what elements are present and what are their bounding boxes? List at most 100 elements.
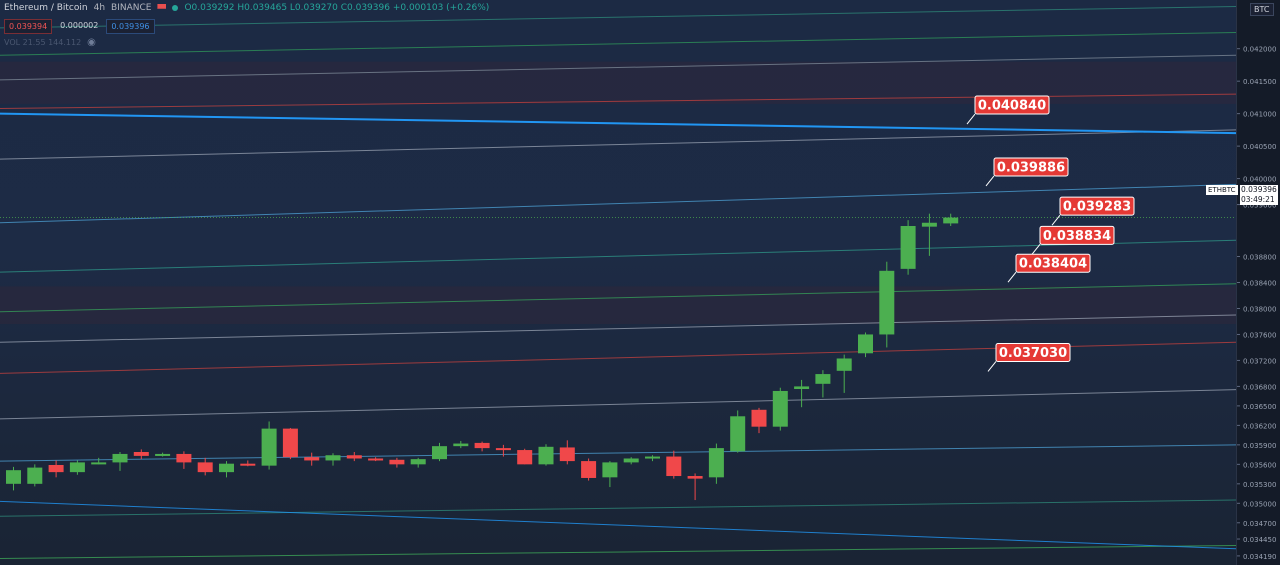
candle (751, 407, 767, 434)
candle-body (282, 428, 298, 458)
level-label: 0.038834 (1031, 225, 1115, 255)
label-pointer (966, 113, 976, 125)
candle-body (432, 446, 447, 460)
level-label: 0.039283 (1051, 196, 1135, 226)
price-axis[interactable]: 0.042000 0.041500 0.041000 0.040500 0.040000… (1236, 0, 1280, 565)
candle (858, 332, 873, 358)
zone-band (0, 286, 1236, 325)
candle-body (389, 459, 405, 465)
candle (389, 457, 405, 468)
candle (261, 421, 277, 470)
candle-body (368, 458, 384, 461)
interval-label[interactable]: 4h (94, 3, 105, 13)
candle-body (921, 222, 937, 227)
candle (432, 442, 447, 462)
candle-body (836, 358, 852, 371)
tick-label: 0.038800 (1243, 254, 1276, 262)
candle-body (730, 416, 746, 452)
level-label: 0.038404 (1007, 253, 1091, 283)
candle-body (261, 428, 277, 466)
candle-body (538, 446, 554, 465)
label-pointer (1007, 271, 1017, 283)
spread-value: 0.000002 (60, 21, 99, 30)
candle-body (602, 462, 618, 478)
candle (6, 466, 21, 491)
candle-body (176, 453, 192, 463)
candle (133, 449, 149, 460)
candle (304, 452, 320, 466)
trendline (0, 112, 1236, 135)
tick-label: 0.041000 (1243, 111, 1276, 119)
candle-body (559, 447, 575, 462)
candle (602, 461, 618, 488)
level-label: 0.039886 (985, 157, 1069, 187)
level-label: 0.040840 (966, 95, 1050, 125)
candle-body (240, 463, 256, 466)
label-pointer (987, 361, 997, 372)
tick-label: 0.036800 (1243, 383, 1276, 391)
candle-body (666, 456, 682, 477)
tick-label: 0.040000 (1243, 176, 1276, 184)
candle-body (708, 448, 724, 478)
ask-price[interactable]: 0.039396 (106, 19, 155, 34)
last-price-value: 0.039396 (1241, 185, 1277, 194)
candle (155, 452, 171, 457)
level-value: 0.038834 (1043, 229, 1111, 244)
candle (91, 457, 107, 465)
candlestick-chart[interactable]: 0.040840 0.039886 0.039283 0.038834 0.038404… (0, 0, 1236, 565)
candle (879, 261, 895, 348)
currency-badge[interactable]: BTC (1250, 3, 1274, 16)
candle-body (794, 386, 810, 390)
candle (474, 441, 490, 452)
level-line (0, 31, 1236, 56)
candle (240, 460, 256, 467)
candle (687, 473, 703, 501)
candle-body (453, 443, 469, 447)
volume-indicator[interactable]: VOL 21.55 144.112 ◉ (4, 37, 96, 48)
candle-body (155, 453, 171, 456)
candle-body (325, 455, 341, 461)
candle (559, 440, 575, 465)
market-status-icon (172, 5, 179, 11)
candle (325, 453, 341, 466)
tick-label: 0.035300 (1243, 481, 1276, 489)
candle (282, 427, 298, 460)
candle (730, 410, 746, 453)
candle (197, 457, 213, 476)
candle (581, 458, 597, 481)
bid-price[interactable]: 0.039394 (4, 19, 53, 34)
tick-label: 0.041500 (1243, 78, 1276, 86)
label-pointer (985, 175, 995, 187)
candle-body (27, 467, 43, 484)
flag-icon[interactable] (157, 4, 167, 9)
candle-body (410, 459, 426, 465)
chart-legend: Ethereum / Bitcoin 4h BINANCE O0.039292 … (4, 3, 489, 13)
candle (112, 452, 128, 471)
tick-label: 0.038400 (1243, 280, 1276, 288)
level-line (0, 129, 1236, 160)
candle-body (772, 390, 788, 427)
level-value: 0.040840 (978, 99, 1046, 114)
level-label: 0.037030 (987, 342, 1071, 372)
candle-body (304, 457, 320, 461)
candle-body (112, 453, 128, 463)
tick-label: 0.036200 (1243, 422, 1276, 430)
candle-body (900, 226, 916, 269)
pair-name[interactable]: Ethereum / Bitcoin (4, 3, 88, 13)
candle-body (943, 217, 959, 224)
bar-countdown: 03:49:21 (1241, 195, 1275, 204)
candle-body (48, 464, 64, 473)
candle (27, 464, 43, 487)
candle-body (6, 470, 21, 484)
tick-label: 0.040500 (1243, 143, 1276, 151)
candle (410, 457, 426, 468)
chart-area[interactable]: 0.040840 0.039886 0.039283 0.038834 0.038404… (0, 0, 1236, 565)
candle (453, 440, 469, 449)
candle (666, 450, 682, 479)
candle (900, 220, 916, 275)
candle-body (879, 270, 895, 335)
candle-body (197, 462, 213, 473)
tick-label: 0.037600 (1243, 331, 1276, 339)
candle (623, 457, 639, 465)
eye-icon[interactable]: ◉ (87, 37, 96, 48)
